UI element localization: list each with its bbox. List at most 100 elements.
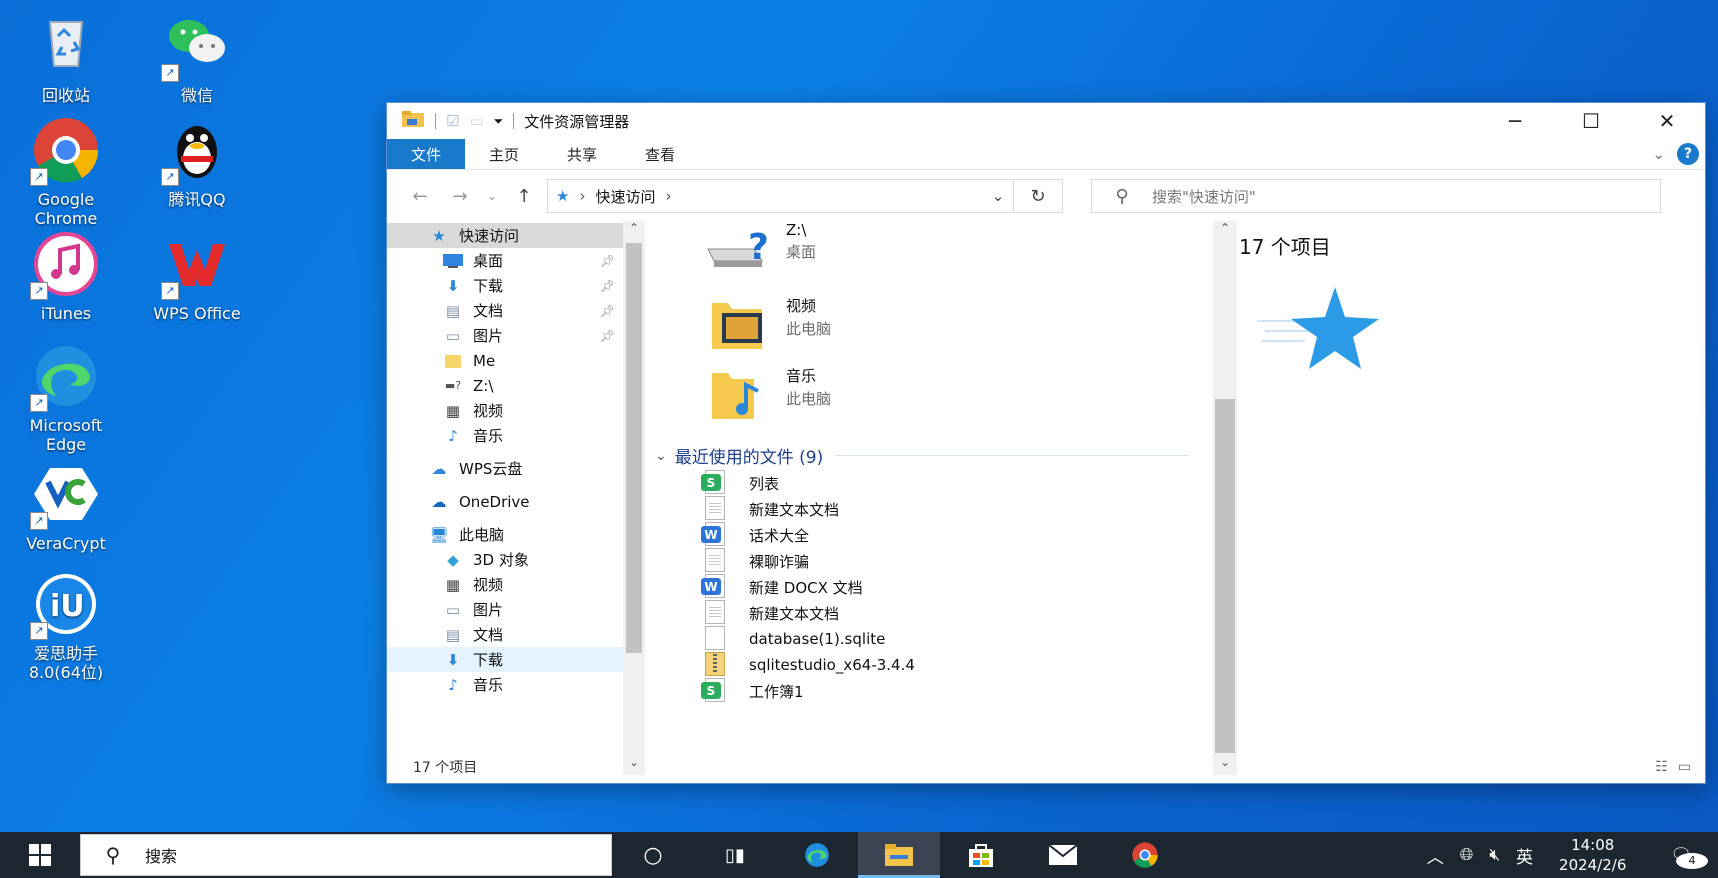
scrollbar-thumb[interactable] <box>1215 399 1235 753</box>
nav-item-videos[interactable]: ▦ 视频 <box>387 398 623 423</box>
nav-item-pc-videos[interactable]: ▦ 视频 <box>387 572 623 597</box>
taskbar-edge-button[interactable] <box>776 832 858 878</box>
taskbar-search-input[interactable]: 搜索 <box>145 843 177 867</box>
nav-quick-access[interactable]: ★ 快速访问 <box>387 223 623 248</box>
help-button[interactable]: ? <box>1677 143 1699 165</box>
desktop-icon-recycle-bin[interactable]: 回收站 <box>6 8 126 105</box>
recent-file-row[interactable]: 裸聊诈骗 <box>701 548 809 574</box>
nav-item-pictures[interactable]: ▭ 图片 📌︎ <box>387 323 623 348</box>
nav-item-3d-objects[interactable]: ◆ 3D 对象 <box>387 547 623 572</box>
nav-item-pc-downloads[interactable]: ⬇ 下载 <box>387 647 623 672</box>
nav-item-z-drive[interactable]: ▬? Z:\ <box>387 373 623 398</box>
scroll-down-icon[interactable]: ⌄ <box>623 755 645 775</box>
chevron-up-icon[interactable]: ︿ <box>1419 843 1452 868</box>
customize-toolbar-icon[interactable]: ⏷ <box>494 114 504 129</box>
recent-file-row[interactable]: sqlitestudio_x64-3.4.4 <box>701 652 915 678</box>
nav-item-pc-documents[interactable]: ▤ 文档 <box>387 622 623 647</box>
scroll-down-icon[interactable]: ⌄ <box>1213 755 1237 775</box>
tab-view[interactable]: 查看 <box>621 139 699 169</box>
refresh-button[interactable]: ↻ <box>1013 180 1062 212</box>
nav-item-downloads[interactable]: ⬇ 下载 📌︎ <box>387 273 623 298</box>
recent-file-row[interactable]: S 列表 <box>701 470 779 496</box>
recent-file-row[interactable]: database(1).sqlite <box>701 626 885 652</box>
address-dropdown-icon[interactable]: ⌄ <box>983 187 1013 205</box>
back-button[interactable]: ← <box>403 181 437 211</box>
recent-file-row[interactable]: S 工作簿1 <box>701 678 804 704</box>
taskbar-file-explorer-button[interactable] <box>858 832 940 878</box>
circle-icon: ○ <box>643 842 663 868</box>
recent-locations-button[interactable]: ⌄ <box>483 181 501 211</box>
recent-file-row[interactable]: 新建文本文档 <box>701 496 839 522</box>
tab-share[interactable]: 共享 <box>543 139 621 169</box>
pin-icon[interactable]: 📌︎ <box>600 279 615 293</box>
network-globe-icon[interactable]: 🌐︎ <box>1452 845 1482 865</box>
navigation-scrollbar[interactable]: ⌃ ⌄ <box>623 221 645 775</box>
desktop-icon-itunes[interactable]: ↗ iTunes <box>6 226 126 323</box>
nav-this-pc[interactable]: 🖥︎ 此电脑 <box>387 522 623 547</box>
desktop-icon-qq[interactable]: ↗ 腾讯QQ <box>137 112 257 209</box>
details-view-icon[interactable]: ☷ <box>1655 759 1668 775</box>
task-view-icon: ▯▮ <box>725 844 745 866</box>
task-view-button[interactable]: ▯▮ <box>694 832 776 878</box>
desktop-icon-chrome[interactable]: ↗ Google Chrome <box>6 112 126 228</box>
up-button[interactable]: ↑ <box>507 181 541 211</box>
view-toggle: ☷ ▭ <box>1655 759 1691 775</box>
properties-icon[interactable]: ☑ <box>446 112 459 130</box>
minimize-button[interactable]: ─ <box>1477 103 1553 139</box>
pin-icon[interactable]: 📌︎ <box>600 329 615 343</box>
content-scrollbar[interactable]: ⌃ ⌄ <box>1213 221 1237 775</box>
nav-onedrive[interactable]: ☁ OneDrive <box>387 489 623 514</box>
scrollbar-thumb[interactable] <box>626 243 642 653</box>
recent-file-row[interactable]: W 话术大全 <box>701 522 809 548</box>
nav-item-documents[interactable]: ▤ 文档 📌︎ <box>387 298 623 323</box>
nav-item-pc-music[interactable]: ♪ 音乐 <box>387 672 623 697</box>
search-input[interactable]: 搜索"快速访问" <box>1152 186 1256 207</box>
taskbar-chrome-button[interactable] <box>1104 832 1186 878</box>
pin-icon[interactable]: 📌︎ <box>600 304 615 318</box>
start-button[interactable] <box>0 832 80 878</box>
document-icon: ▤ <box>445 625 461 644</box>
nav-wps-cloud[interactable]: ☁ WPS云盘 <box>387 456 623 481</box>
close-button[interactable]: ✕ <box>1629 103 1705 139</box>
desktop-icon-wechat[interactable]: ↗ 微信 <box>137 8 257 105</box>
folder-icon <box>401 110 425 132</box>
forward-button[interactable]: → <box>443 181 477 211</box>
nav-item-pc-pictures[interactable]: ▭ 图片 <box>387 597 623 622</box>
scroll-up-icon[interactable]: ⌃ <box>1213 221 1237 241</box>
volume-muted-icon[interactable]: 🔇︎ <box>1481 845 1508 865</box>
computer-icon: 🖥︎ <box>429 525 449 544</box>
desktop-icon-edge[interactable]: ↗ Microsoft Edge <box>6 338 126 454</box>
frequent-folder-item[interactable]: 音乐 此电脑 <box>704 363 831 427</box>
cortana-button[interactable]: ○ <box>612 832 694 878</box>
large-icons-view-icon[interactable]: ▭ <box>1678 759 1691 775</box>
taskbar-store-button[interactable] <box>940 832 1022 878</box>
item-name: 视频 <box>786 297 817 315</box>
clock[interactable]: 14:08 2024/2/6 <box>1541 835 1644 875</box>
recent-files-group-header[interactable]: ⌄ 最近使用的文件 (9) <box>655 443 1189 468</box>
recent-file-row[interactable]: 新建文本文档 <box>701 600 839 626</box>
taskbar-search-box[interactable]: ⚲ 搜索 <box>80 834 612 876</box>
address-bar[interactable]: ★ › 快速访问 › ⌄ ↻ <box>547 179 1063 213</box>
breadcrumb-separator-icon[interactable]: › <box>665 187 671 205</box>
scroll-up-icon[interactable]: ⌃ <box>623 221 645 241</box>
breadcrumb-quick-access[interactable]: 快速访问 <box>595 186 655 207</box>
notification-center-button[interactable]: 🗨︎ 4 <box>1644 845 1718 869</box>
desktop-icon-veracrypt[interactable]: ↗ VeraCrypt <box>6 456 126 553</box>
nav-item-desktop[interactable]: 桌面 📌︎ <box>387 248 623 273</box>
desktop-icon-wps[interactable]: ↗ WPS Office <box>137 226 257 323</box>
search-box[interactable]: ⚲ 搜索"快速访问" <box>1091 179 1661 213</box>
pin-icon[interactable]: 📌︎ <box>600 254 615 268</box>
desktop-icon-i4[interactable]: iU ↗ 爱思助手8.0(64位) <box>6 566 126 682</box>
taskbar-mail-button[interactable] <box>1022 832 1104 878</box>
new-folder-icon[interactable]: ▭ <box>469 112 483 130</box>
nav-item-me[interactable]: Me <box>387 348 623 373</box>
tab-file[interactable]: 文件 <box>387 139 466 169</box>
frequent-folder-item[interactable]: 视频 此电脑 <box>704 293 831 357</box>
recent-file-row[interactable]: W 新建 DOCX 文档 <box>701 574 863 600</box>
frequent-folder-item[interactable]: ? Z:\ 桌面 <box>704 219 816 283</box>
expand-ribbon-chevron-icon[interactable]: ⌄ <box>1652 145 1665 163</box>
nav-item-music[interactable]: ♪ 音乐 <box>387 423 623 448</box>
tab-home[interactable]: 主页 <box>465 139 543 169</box>
maximize-button[interactable]: ☐ <box>1553 103 1629 139</box>
input-method-indicator[interactable]: 英 <box>1508 843 1541 868</box>
